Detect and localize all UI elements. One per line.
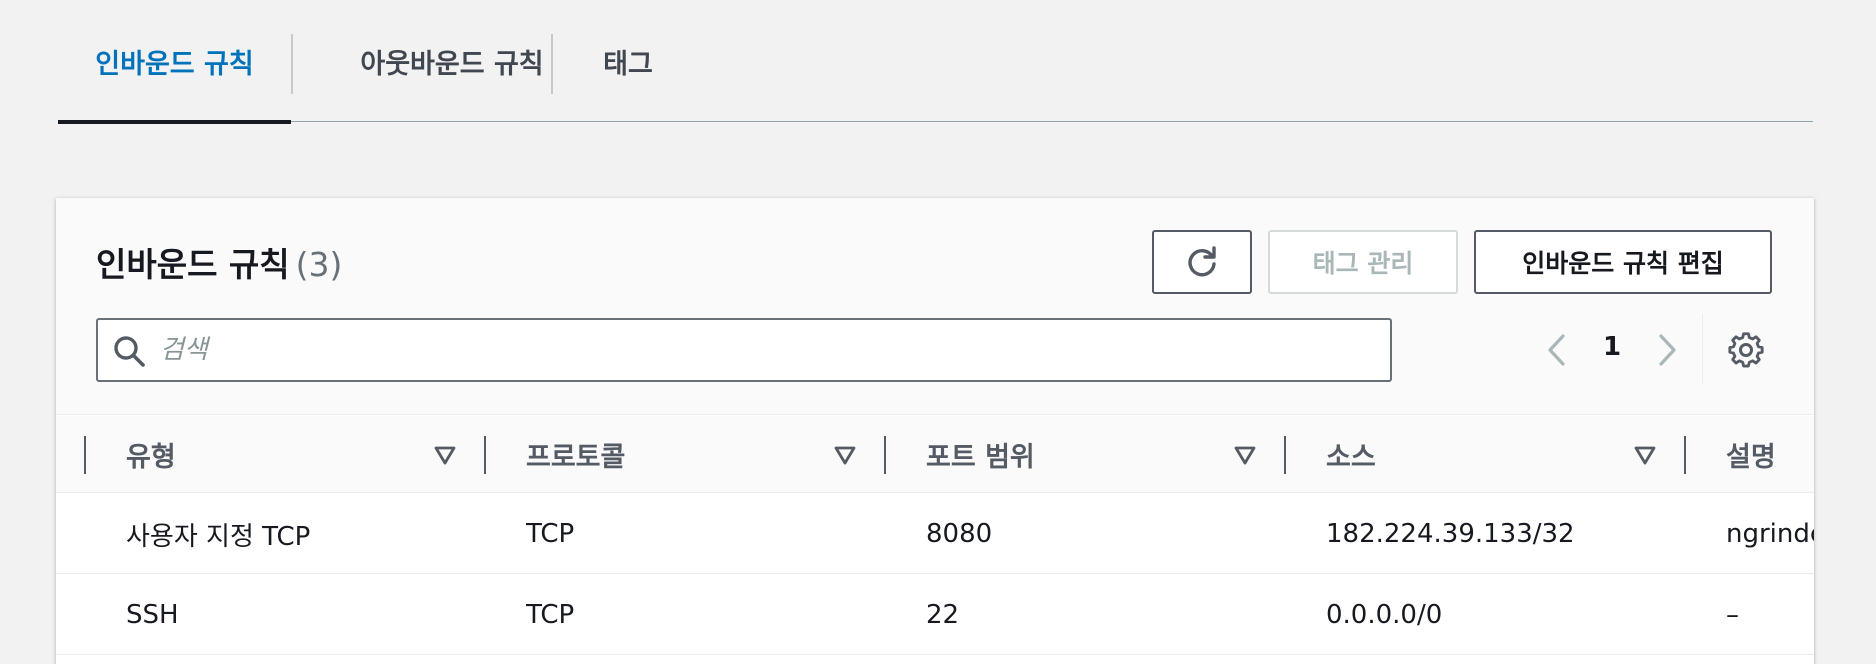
sort-down-icon[interactable] (1232, 442, 1258, 468)
manage-tags-button[interactable]: 태그 관리 (1268, 230, 1458, 294)
pager-divider (1702, 314, 1703, 384)
cell-description: – (1726, 600, 1739, 630)
search-icon (114, 336, 145, 367)
sort-down-icon[interactable] (432, 442, 458, 468)
sort-down-icon[interactable] (1632, 442, 1658, 468)
column-resizer[interactable] (884, 436, 886, 474)
tab-label: 아웃바운드 규칙 (360, 48, 544, 80)
tab-bar: 인바운드 규칙 아웃바운드 규칙 태그 (58, 0, 1813, 124)
cell-type: SSH (126, 600, 179, 630)
rule-count: (3) (295, 245, 343, 284)
panel-title-text: 인바운드 규칙 (96, 245, 290, 284)
search-input[interactable] (160, 328, 1360, 372)
sort-down-icon[interactable] (832, 442, 858, 468)
preferences-button[interactable] (1726, 330, 1766, 370)
table-row[interactable]: 사용자 지정 TCP TCP 8080 182.224.39.133/32 ng… (56, 494, 1814, 574)
gear-icon (1728, 332, 1764, 368)
tab-label: 태그 (603, 48, 653, 80)
column-header-type[interactable]: 유형 (126, 416, 176, 493)
column-resizer[interactable] (84, 436, 86, 474)
cell-source: 0.0.0.0/0 (1326, 600, 1443, 630)
cell-port-range: 22 (926, 600, 960, 630)
tab-inbound-rules[interactable]: 인바운드 규칙 (58, 0, 291, 124)
column-header-description[interactable]: 설명 (1726, 416, 1776, 493)
tab-label: 인바운드 규칙 (95, 48, 254, 80)
cell-type: 사용자 지정 TCP (126, 521, 311, 552)
cell-source: 182.224.39.133/32 (1326, 519, 1575, 549)
panel-header: 인바운드 규칙(3) 태그 관리 인바운드 규칙 편집 1 (56, 198, 1814, 415)
panel-title: 인바운드 규칙 (3) (96, 238, 342, 286)
refresh-button[interactable] (1152, 230, 1252, 294)
chevron-right-icon (1659, 334, 1676, 366)
inbound-rules-panel: 인바운드 규칙(3) 태그 관리 인바운드 규칙 편집 1 (56, 198, 1814, 664)
column-header-protocol[interactable]: 프로토콜 (526, 416, 625, 493)
table-header: 유형 프로토콜 포트 범위 소스 설명 (56, 416, 1814, 493)
cell-description: ngrinder (1726, 519, 1814, 549)
edit-inbound-rules-button[interactable]: 인바운드 규칙 편집 (1474, 230, 1772, 294)
previous-page-button[interactable] (1538, 330, 1578, 370)
cell-port-range: 8080 (926, 519, 993, 549)
refresh-icon (1188, 246, 1216, 277)
column-header-source[interactable]: 소스 (1326, 416, 1376, 493)
next-page-button[interactable] (1646, 330, 1686, 370)
cell-protocol: TCP (526, 519, 575, 549)
tab-tags[interactable]: 태그 (553, 0, 703, 122)
current-page-number[interactable]: 1 (1596, 332, 1628, 368)
column-resizer[interactable] (1684, 436, 1686, 474)
table-row[interactable]: SSH TCP 22 0.0.0.0/0 – (56, 575, 1814, 655)
column-header-port-range[interactable]: 포트 범위 (926, 416, 1035, 493)
column-resizer[interactable] (1284, 436, 1286, 474)
column-resizer[interactable] (484, 436, 486, 474)
chevron-left-icon (1548, 334, 1565, 366)
cell-protocol: TCP (526, 600, 575, 630)
search-field[interactable] (96, 318, 1392, 382)
